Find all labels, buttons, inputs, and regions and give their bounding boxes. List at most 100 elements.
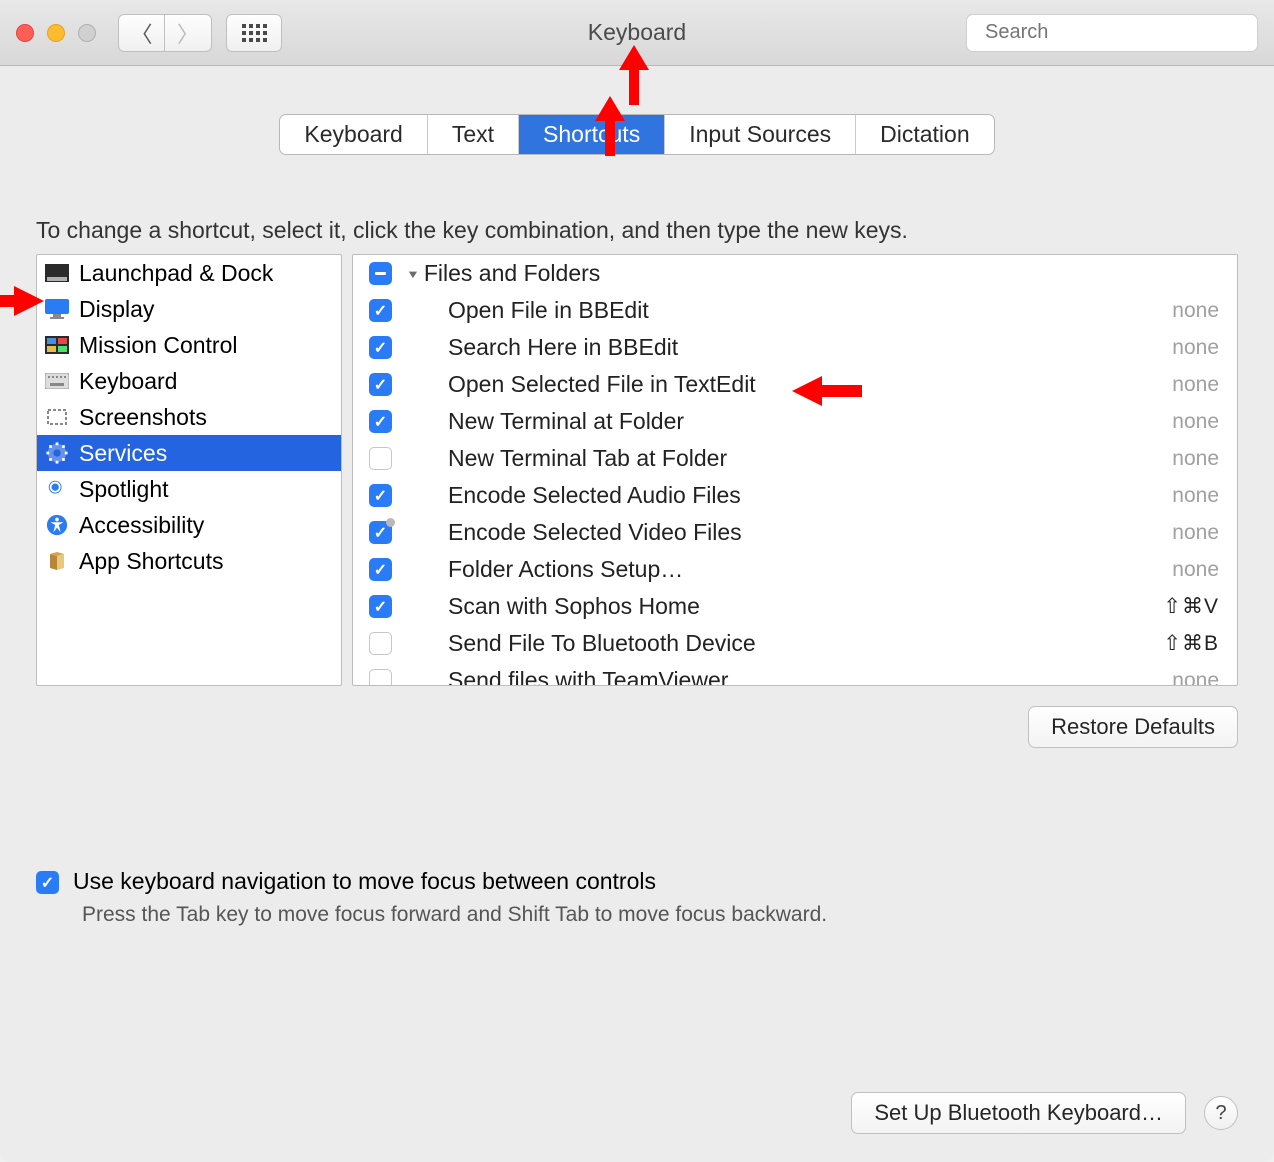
service-checkbox[interactable]	[369, 595, 392, 618]
category-label: App Shortcuts	[79, 548, 223, 575]
category-screenshots[interactable]: Screenshots	[37, 399, 341, 435]
service-label: Open Selected File in TextEdit	[448, 371, 1172, 398]
disclosure-triangle-icon[interactable]: ▼	[406, 267, 420, 280]
service-shortcut[interactable]: none	[1172, 669, 1219, 687]
instruction-text: To change a shortcut, select it, click t…	[36, 217, 1238, 244]
category-label: Spotlight	[79, 476, 169, 503]
service-shortcut[interactable]: ⇧⌘B	[1163, 631, 1219, 656]
service-checkbox[interactable]	[369, 336, 392, 359]
category-display[interactable]: Display	[37, 291, 341, 327]
traffic-lights	[16, 24, 96, 42]
service-row[interactable]: Scan with Sophos Home⇧⌘V	[353, 588, 1237, 625]
service-row[interactable]: New Terminal at Foldernone	[353, 403, 1237, 440]
service-checkbox[interactable]	[369, 484, 392, 507]
launchpad-icon	[45, 261, 69, 285]
group-checkbox[interactable]	[369, 262, 392, 285]
service-row[interactable]: New Terminal Tab at Foldernone	[353, 440, 1237, 477]
service-checkbox[interactable]	[369, 632, 392, 655]
service-shortcut[interactable]: none	[1172, 299, 1219, 323]
chevron-left-icon: 〈	[130, 17, 152, 49]
bottom-row: Set Up Bluetooth Keyboard… ?	[36, 1092, 1238, 1134]
service-row[interactable]: Search Here in BBEditnone	[353, 329, 1237, 366]
service-shortcut[interactable]: none	[1172, 410, 1219, 434]
search-input[interactable]	[985, 21, 1250, 44]
service-label: New Terminal at Folder	[448, 408, 1172, 435]
back-button[interactable]: 〈	[118, 14, 165, 52]
panel-resize-handle[interactable]	[386, 518, 395, 527]
tab-keyboard[interactable]: Keyboard	[280, 115, 427, 154]
category-accessibility[interactable]: Accessibility	[37, 507, 341, 543]
restore-row: Restore Defaults	[36, 706, 1238, 748]
category-label: Screenshots	[79, 404, 207, 431]
category-launchpad-dock[interactable]: Launchpad & Dock	[37, 255, 341, 291]
service-label: Encode Selected Audio Files	[448, 482, 1172, 509]
category-label: Keyboard	[79, 368, 177, 395]
category-mission-control[interactable]: Mission Control	[37, 327, 341, 363]
nav-buttons: 〈 〉	[118, 14, 212, 52]
service-shortcut[interactable]: none	[1172, 521, 1219, 545]
service-shortcut[interactable]: none	[1172, 447, 1219, 471]
service-checkbox[interactable]	[369, 558, 392, 581]
service-label: Open File in BBEdit	[448, 297, 1172, 324]
help-button[interactable]: ?	[1204, 1096, 1238, 1130]
group-label: Files and Folders	[424, 260, 1219, 287]
search-field[interactable]	[966, 14, 1258, 52]
service-label: Send files with TeamViewer	[448, 667, 1172, 686]
service-checkbox[interactable]	[369, 299, 392, 322]
service-shortcut[interactable]: none	[1172, 558, 1219, 582]
category-keyboard[interactable]: Keyboard	[37, 363, 341, 399]
service-checkbox[interactable]	[369, 447, 392, 470]
mission-icon	[45, 333, 69, 357]
kbnav-checkbox[interactable]	[36, 871, 59, 894]
service-row[interactable]: Encode Selected Video Filesnone	[353, 514, 1237, 551]
chevron-right-icon: 〉	[177, 17, 199, 49]
service-shortcut[interactable]: none	[1172, 484, 1219, 508]
keyboard-icon	[45, 369, 69, 393]
tab-dictation[interactable]: Dictation	[856, 115, 993, 154]
app-icon	[45, 549, 69, 573]
category-label: Launchpad & Dock	[79, 260, 273, 287]
setup-bluetooth-button[interactable]: Set Up Bluetooth Keyboard…	[851, 1092, 1186, 1134]
service-shortcut[interactable]: none	[1172, 336, 1219, 360]
service-checkbox[interactable]	[369, 410, 392, 433]
service-checkbox[interactable]	[369, 373, 392, 396]
tab-bar: KeyboardTextShortcutsInput SourcesDictat…	[279, 114, 994, 155]
kbnav-sublabel: Press the Tab key to move focus forward …	[82, 903, 1238, 927]
display-icon	[45, 297, 69, 321]
service-group-header[interactable]: ▼ Files and Folders	[353, 255, 1237, 292]
service-checkbox[interactable]	[369, 669, 392, 686]
forward-button[interactable]: 〉	[165, 14, 212, 52]
service-shortcut[interactable]: none	[1172, 373, 1219, 397]
category-app-shortcuts[interactable]: App Shortcuts	[37, 543, 341, 579]
kbnav-label: Use keyboard navigation to move focus be…	[73, 868, 656, 895]
service-row[interactable]: Open Selected File in TextEditnone	[353, 366, 1237, 403]
screenshot-icon	[45, 405, 69, 429]
grid-icon	[242, 24, 267, 42]
tab-shortcuts[interactable]: Shortcuts	[519, 115, 665, 154]
service-row[interactable]: Send File To Bluetooth Device⇧⌘B	[353, 625, 1237, 662]
services-list[interactable]: ▼Files and FoldersOpen File in BBEditnon…	[352, 254, 1238, 686]
close-window-button[interactable]	[16, 24, 34, 42]
panels: Launchpad & Dock DisplayMission Control Ke…	[36, 254, 1238, 686]
zoom-window-button[interactable]	[78, 24, 96, 42]
spotlight-icon	[45, 477, 69, 501]
tab-input-sources[interactable]: Input Sources	[665, 115, 856, 154]
service-shortcut[interactable]: ⇧⌘V	[1163, 594, 1219, 619]
service-row[interactable]: Open File in BBEditnone	[353, 292, 1237, 329]
kbnav-row: Use keyboard navigation to move focus be…	[36, 868, 1238, 895]
minimize-window-button[interactable]	[47, 24, 65, 42]
window-title: Keyboard	[588, 19, 686, 46]
tab-text[interactable]: Text	[428, 115, 519, 154]
service-row[interactable]: Send files with TeamViewernone	[353, 662, 1237, 686]
service-row[interactable]: Folder Actions Setup…none	[353, 551, 1237, 588]
restore-defaults-button[interactable]: Restore Defaults	[1028, 706, 1238, 748]
category-spotlight[interactable]: Spotlight	[37, 471, 341, 507]
kbnav-text-wrap: Use keyboard navigation to move focus be…	[73, 868, 656, 895]
show-all-button[interactable]	[226, 14, 282, 52]
accessibility-icon	[45, 513, 69, 537]
category-list[interactable]: Launchpad & Dock DisplayMission Control Ke…	[36, 254, 342, 686]
titlebar: 〈 〉 Keyboard	[0, 0, 1274, 66]
service-label: Encode Selected Video Files	[448, 519, 1172, 546]
category-services[interactable]: Services	[37, 435, 341, 471]
service-row[interactable]: Encode Selected Audio Filesnone	[353, 477, 1237, 514]
